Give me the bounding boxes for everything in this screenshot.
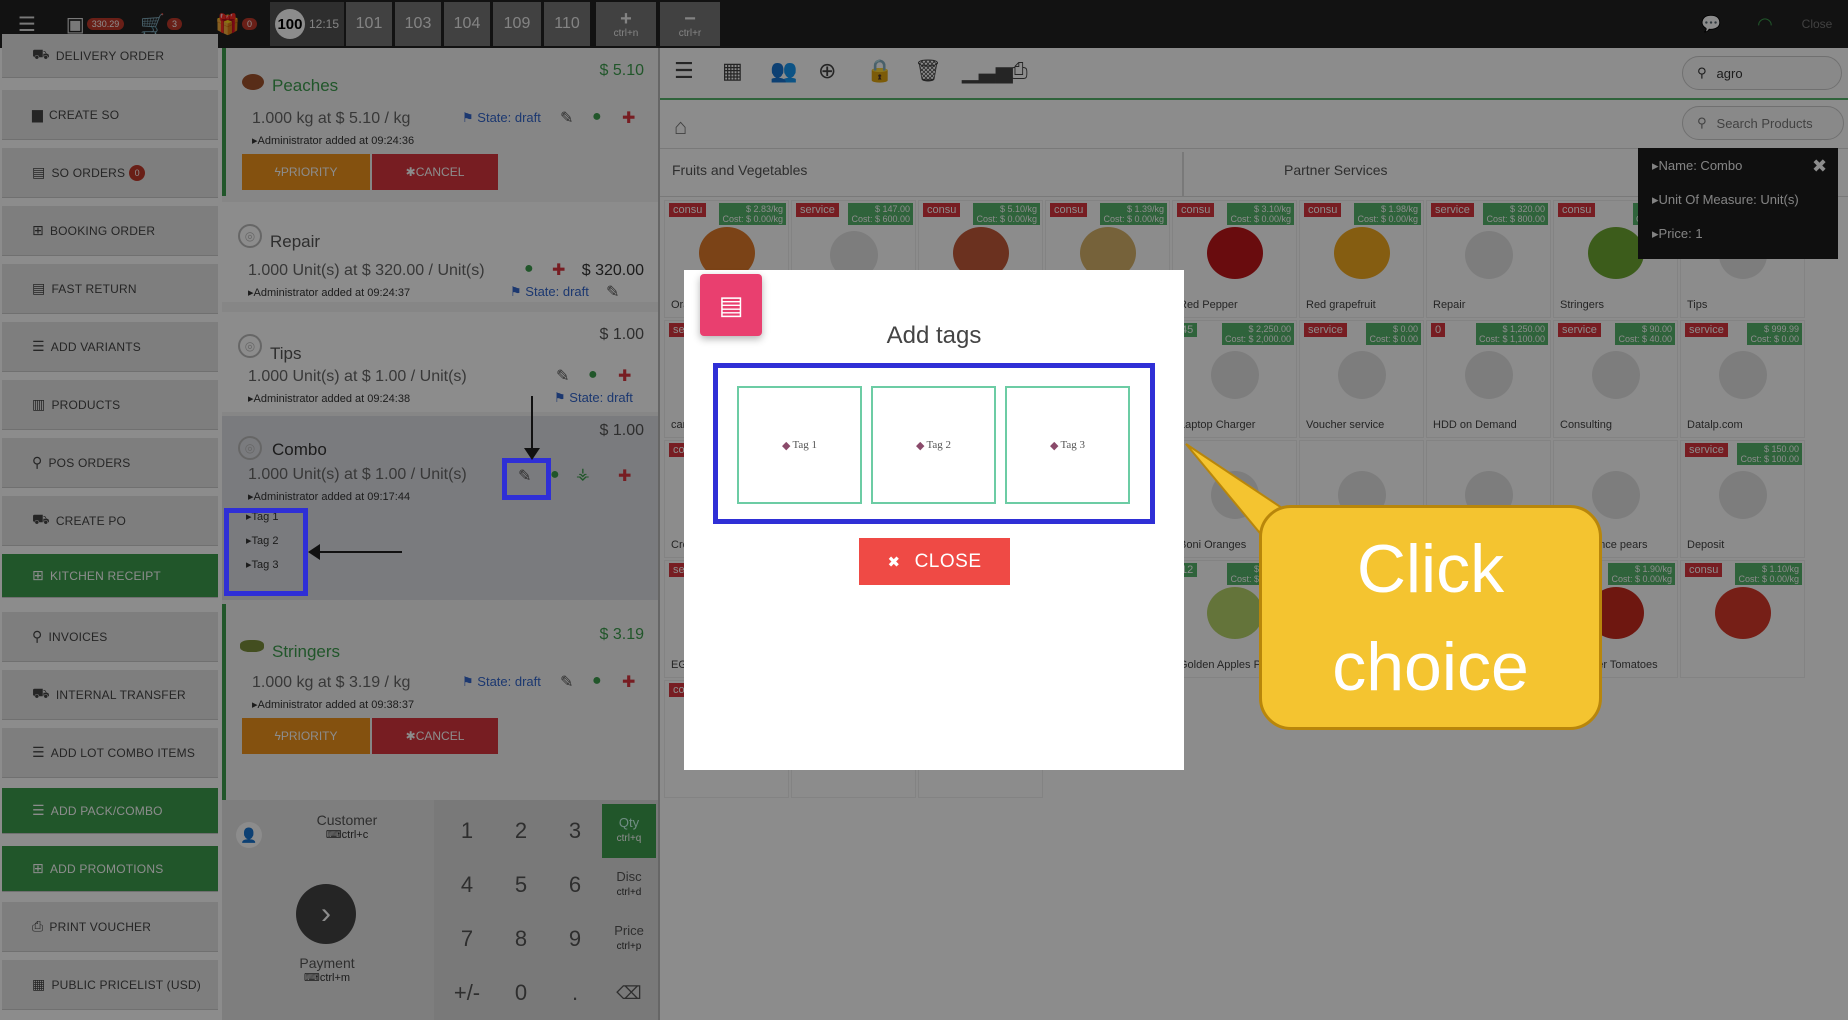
callout-line-2: choice — [1332, 629, 1529, 705]
callout-line-1: Click — [1356, 531, 1505, 607]
click-choice-callout: Click choice — [1259, 505, 1602, 730]
arrow-left-head — [308, 544, 320, 560]
arrow-down-head — [524, 448, 540, 460]
